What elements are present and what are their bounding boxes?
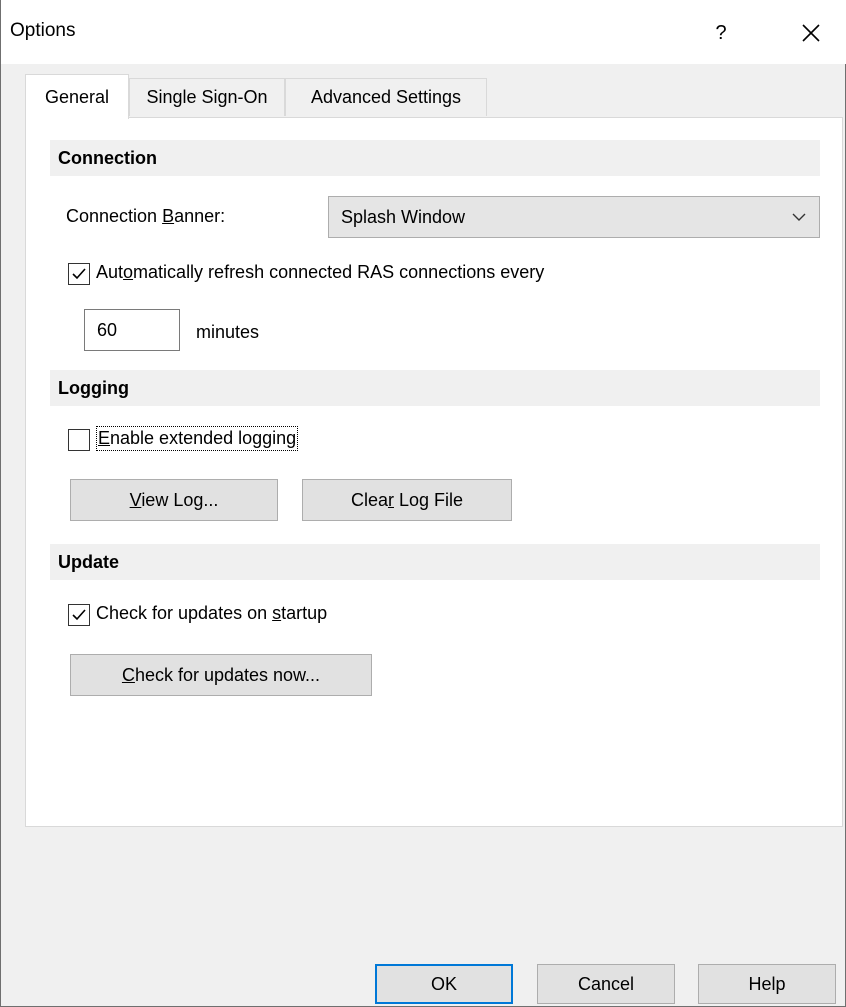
auto-refresh-checkbox[interactable] (68, 263, 90, 285)
tab-single-sign-on[interactable]: Single Sign-On (129, 78, 285, 116)
chevron-down-icon (792, 213, 806, 221)
section-header-connection: Connection (50, 140, 820, 176)
auto-refresh-label[interactable]: Automatically refresh connected RAS conn… (96, 262, 544, 283)
close-icon (802, 24, 820, 42)
checkmark-icon (72, 609, 86, 621)
help-button[interactable]: Help (698, 964, 836, 1004)
tab-general[interactable]: General (25, 74, 129, 119)
ok-button[interactable]: OK (375, 964, 513, 1004)
cancel-button[interactable]: Cancel (537, 964, 675, 1004)
help-title-button[interactable]: ? (691, 8, 751, 58)
options-dialog: Options ? General Single Sign-On Advance… (0, 0, 846, 1007)
section-header-update: Update (50, 544, 820, 580)
section-header-logging: Logging (50, 370, 820, 406)
check-updates-startup-label[interactable]: Check for updates on startup (96, 603, 327, 624)
title-bar: Options ? (1, 0, 846, 64)
extended-logging-checkbox[interactable] (68, 429, 90, 451)
refresh-minutes-input[interactable]: 60 (84, 309, 180, 351)
view-log-button[interactable]: View Log... (70, 479, 278, 521)
extended-logging-label[interactable]: Enable extended logging (95, 426, 299, 451)
minutes-label: minutes (196, 322, 260, 342)
checkmark-icon (72, 268, 86, 280)
connection-banner-label: Connection Banner: (66, 206, 226, 226)
check-updates-startup-checkbox[interactable] (68, 604, 90, 626)
connection-banner-dropdown[interactable]: Splash Window (328, 196, 820, 238)
close-button[interactable] (781, 8, 841, 58)
clear-log-file-button[interactable]: Clear Log File (302, 479, 512, 521)
dropdown-selected-value: Splash Window (341, 206, 466, 227)
tab-advanced-settings[interactable]: Advanced Settings (285, 78, 487, 116)
general-tab-panel: Connection Connection Banner: Splash Win… (25, 117, 843, 827)
dialog-title: Options (10, 20, 76, 41)
check-updates-now-button[interactable]: Check for updates now... (70, 654, 372, 696)
question-icon: ? (715, 21, 727, 44)
